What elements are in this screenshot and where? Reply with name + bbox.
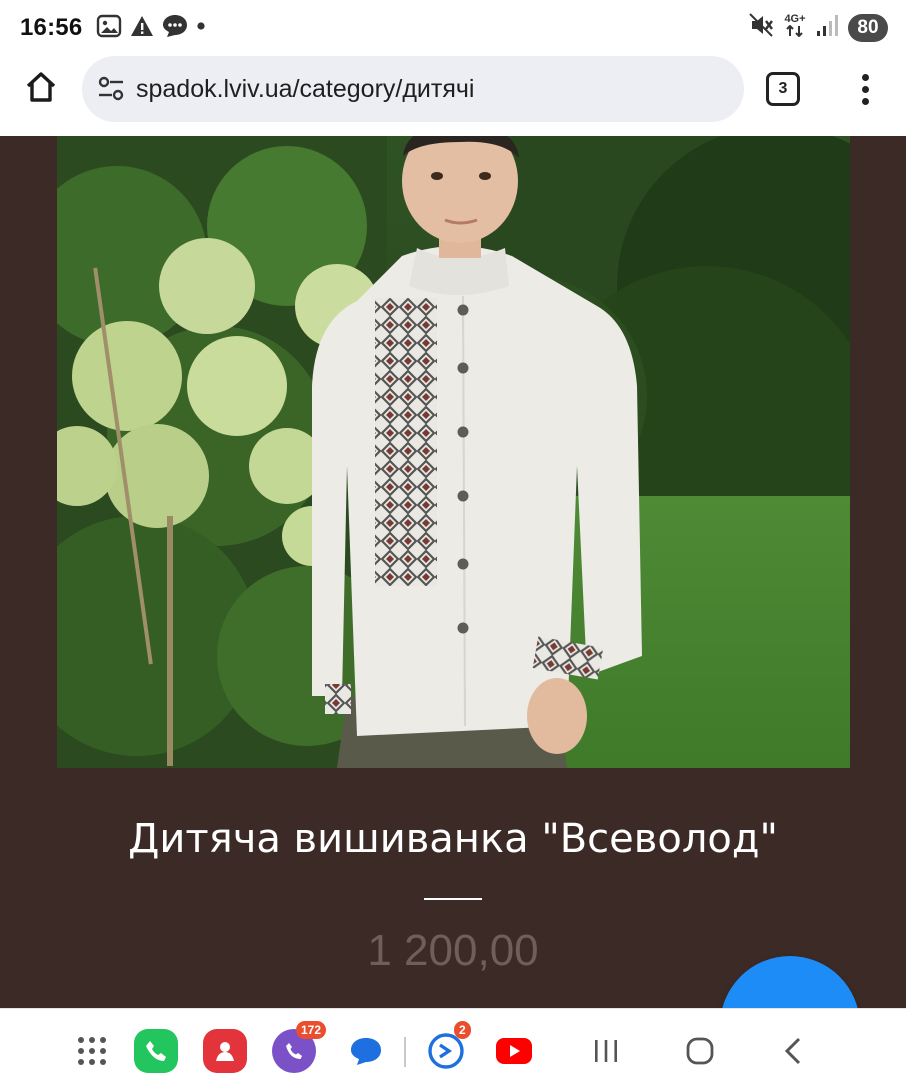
home-icon bbox=[26, 72, 56, 102]
site-settings-icon[interactable] bbox=[96, 74, 126, 104]
system-nav-bar: 172 2 bbox=[0, 1008, 906, 1088]
home-nav-button[interactable] bbox=[678, 1029, 722, 1073]
mute-icon bbox=[748, 12, 774, 43]
back-button[interactable] bbox=[772, 1029, 816, 1073]
network-type: 4G+ bbox=[784, 12, 806, 25]
signal-icon bbox=[816, 13, 838, 42]
back-icon bbox=[784, 1037, 801, 1065]
viber-notification-badge: 172 bbox=[296, 1021, 327, 1039]
youtube-app-icon[interactable] bbox=[492, 1029, 536, 1073]
status-right-icons: 4G+ 80 bbox=[748, 12, 888, 43]
data-arrows-icon bbox=[786, 24, 803, 37]
title-divider bbox=[424, 898, 482, 900]
edge-app-icon[interactable]: 2 bbox=[424, 1021, 471, 1073]
product-image[interactable] bbox=[57, 136, 850, 768]
address-bar[interactable]: spadok.lviv.ua/category/дитячі bbox=[82, 56, 744, 122]
app-grid-icon bbox=[78, 1037, 106, 1065]
menu-dot bbox=[861, 97, 869, 105]
edge-notification-badge: 2 bbox=[454, 1021, 471, 1039]
messages-app-icon[interactable] bbox=[344, 1029, 388, 1073]
home-nav-icon bbox=[686, 1037, 714, 1065]
boy-in-embroidered-shirt-photo bbox=[57, 136, 850, 768]
phone-app-icon[interactable] bbox=[134, 1029, 178, 1073]
menu-dot bbox=[861, 73, 869, 81]
battery-indicator: 80 bbox=[848, 13, 888, 42]
message-icon bbox=[162, 14, 188, 43]
browser-toolbar: spadok.lviv.ua/category/дитячі 3 bbox=[0, 56, 906, 136]
dot-icon bbox=[196, 14, 206, 43]
recent-apps-button[interactable] bbox=[584, 1029, 628, 1073]
screenshot-icon bbox=[96, 14, 122, 43]
home-button[interactable] bbox=[22, 68, 60, 106]
status-notification-icons bbox=[96, 14, 206, 43]
network-indicator: 4G+ bbox=[784, 12, 806, 42]
alert-icon bbox=[130, 15, 154, 42]
nav-divider bbox=[404, 1037, 406, 1067]
tab-switcher-button[interactable]: 3 bbox=[766, 72, 800, 106]
viber-app-icon[interactable]: 172 bbox=[272, 1021, 327, 1073]
status-time: 16:56 bbox=[20, 14, 83, 41]
product-page: Дитяча вишиванка "Всеволод" 1 200,00 bbox=[0, 136, 906, 1008]
contacts-app-icon[interactable] bbox=[203, 1029, 247, 1073]
status-bar: 16:56 4G+ 80 bbox=[0, 0, 906, 56]
app-drawer-button[interactable] bbox=[70, 1029, 114, 1073]
recent-apps-icon bbox=[595, 1040, 617, 1062]
url-text: spadok.lviv.ua/category/дитячі bbox=[136, 74, 475, 103]
browser-menu-button[interactable] bbox=[846, 70, 884, 108]
product-title[interactable]: Дитяча вишиванка "Всеволод" bbox=[0, 816, 906, 862]
menu-dot bbox=[861, 85, 869, 93]
